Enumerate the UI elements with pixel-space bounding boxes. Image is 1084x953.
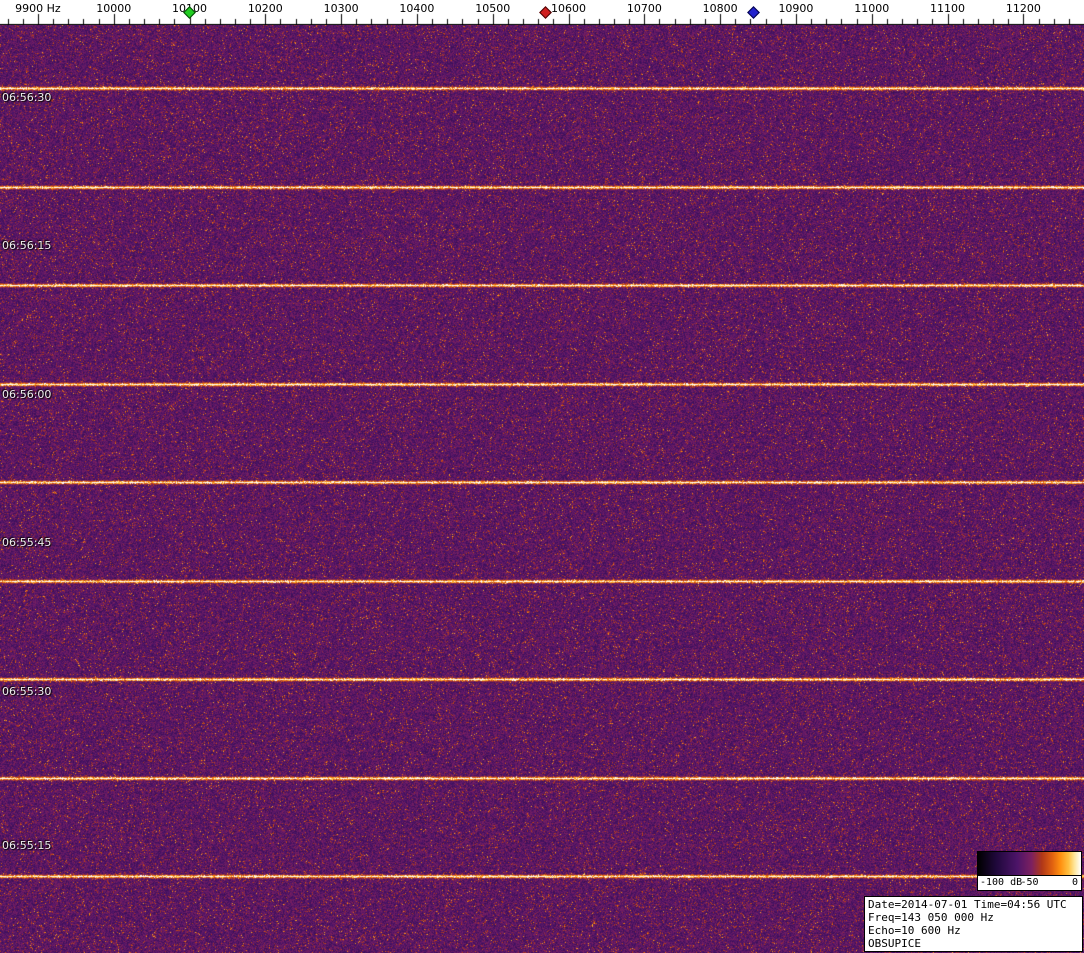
freq-tick-label: 10600 — [551, 2, 587, 15]
color-scale-legend: -100 dB -50 0 — [977, 851, 1082, 891]
spectrogram-canvas[interactable] — [0, 25, 1084, 953]
time-label: 06:55:15 — [2, 838, 52, 852]
time-label: 06:56:00 — [2, 387, 52, 401]
freq-tick-label: 11000 — [854, 2, 890, 15]
info-station-id: OBSUPICE — [868, 937, 921, 950]
freq-tick-label: 10400 — [399, 2, 435, 15]
frequency-ruler[interactable]: 9900 Hz100001010010200103001040010500106… — [0, 0, 1084, 25]
freq-tick-label: 10000 — [96, 2, 132, 15]
freq-tick-label: 11100 — [930, 2, 966, 15]
info-echo-frequency: Echo=10 600 Hz — [868, 924, 961, 937]
freq-tick-label: 10900 — [778, 2, 814, 15]
freq-tick-label: 11200 — [1005, 2, 1041, 15]
info-frequency: Freq=143 050 000 Hz — [868, 911, 994, 924]
legend-max-label: 0 — [1071, 877, 1078, 888]
info-date-time: Date=2014-07-01 Time=04:56 UTC — [868, 898, 1067, 911]
freq-tick-label: 10500 — [475, 2, 511, 15]
spectrogram-app-window: 9900 Hz100001010010200103001040010500106… — [0, 0, 1084, 953]
color-scale-gradient — [978, 852, 1081, 876]
time-label: 06:56:30 — [2, 91, 52, 104]
freq-tick-label: 10800 — [702, 2, 738, 15]
color-scale-labels: -100 dB -50 0 — [978, 876, 1081, 890]
time-label: 06:56:15 — [2, 239, 52, 253]
time-label: 06:55:45 — [2, 535, 52, 549]
freq-tick-label: 10300 — [323, 2, 359, 15]
legend-min-label: -100 dB — [980, 877, 1023, 888]
time-label: 06:55:30 — [2, 685, 52, 699]
freq-tick-label: 10700 — [626, 2, 662, 15]
legend-mid-label: -50 — [1020, 877, 1039, 888]
freq-tick-label: 10200 — [247, 2, 283, 15]
freq-tick-label: 9900 Hz — [15, 2, 61, 15]
observation-info-box: Date=2014-07-01 Time=04:56 UTC Freq=143 … — [864, 896, 1083, 952]
